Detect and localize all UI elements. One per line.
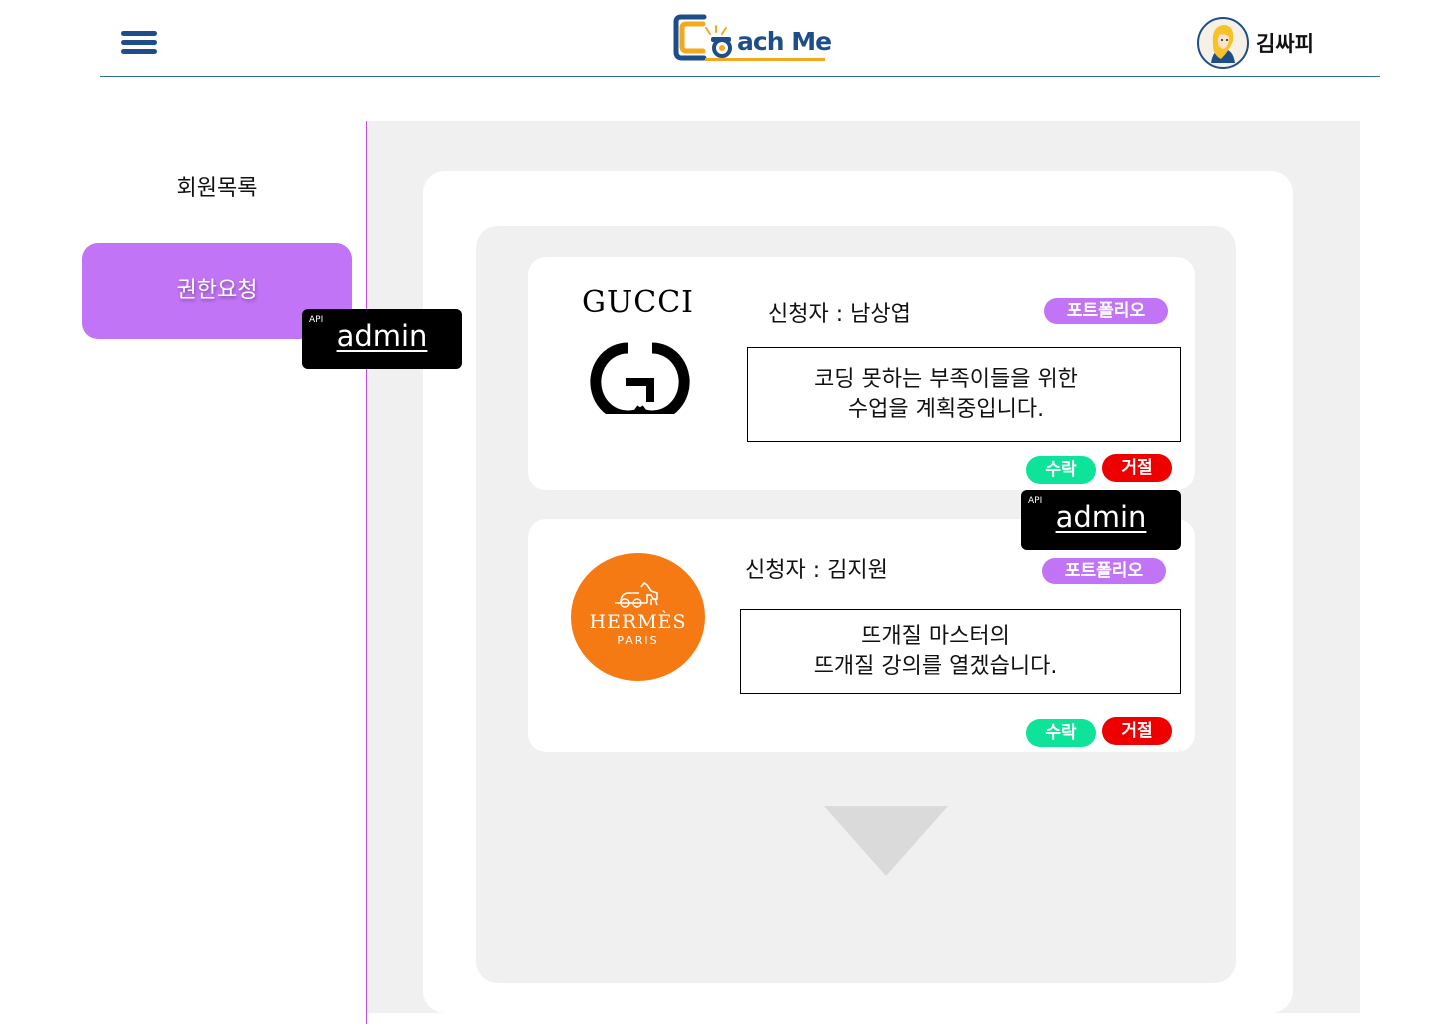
logo-text: ach Me xyxy=(737,27,832,56)
api-tag-label: admin xyxy=(1055,500,1147,534)
user-avatar[interactable] xyxy=(1197,17,1249,69)
api-admin-tag[interactable]: API admin xyxy=(302,309,462,369)
api-tag-label: admin xyxy=(336,319,428,353)
reject-button[interactable]: 거절 xyxy=(1102,717,1172,745)
description-line: 코딩 못하는 부족이들을 위한 xyxy=(814,366,1078,392)
description-line: 수업을 계획중입니다. xyxy=(847,396,1045,422)
avatar-illustration-icon xyxy=(1211,25,1235,63)
request-description: 코딩 못하는 부족이들을 위한 수업을 계획중입니다. xyxy=(747,347,1181,442)
logo-underline xyxy=(705,58,825,61)
hamburger-menu-icon[interactable] xyxy=(121,31,157,54)
hermes-logo: HERMÈS PARIS xyxy=(571,553,705,681)
horse-carriage-icon xyxy=(615,581,658,608)
accept-button[interactable]: 수락 xyxy=(1026,456,1096,484)
hermes-logo-name: HERMÈS xyxy=(589,611,687,633)
applicant-name: 신청자 : 남상엽 xyxy=(768,302,911,327)
accept-button[interactable]: 수락 xyxy=(1026,719,1096,747)
request-description: 뜨개질 마스터의 뜨개질 강의를 열겠습니다. xyxy=(740,609,1181,694)
portfolio-button[interactable]: 포트폴리오 xyxy=(1044,298,1168,324)
description-line: 뜨개질 마스터의 xyxy=(861,623,1010,649)
reject-button[interactable]: 거절 xyxy=(1102,454,1172,482)
scroll-down-arrow-icon[interactable] xyxy=(824,806,948,876)
header-divider xyxy=(100,76,1380,77)
user-name[interactable]: 김싸피 xyxy=(1256,28,1314,58)
applicant-name: 신청자 : 김지원 xyxy=(745,558,888,583)
gucci-logo-text: GUCCI xyxy=(582,285,695,315)
gucci-logo-icon xyxy=(578,342,702,424)
description-line: 뜨개질 강의를 열겠습니다. xyxy=(813,653,1058,679)
portfolio-button[interactable]: 포트폴리오 xyxy=(1042,558,1166,584)
sidebar-item-member-list[interactable]: 회원목록 xyxy=(82,170,352,202)
api-admin-tag[interactable]: API admin xyxy=(1021,490,1181,550)
hermes-logo-city: PARIS xyxy=(617,634,659,647)
